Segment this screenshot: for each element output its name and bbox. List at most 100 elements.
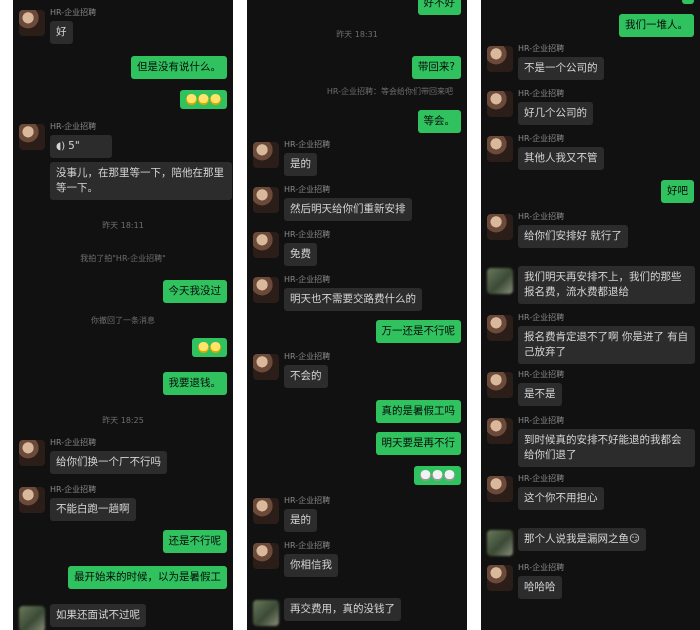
sender-name: HR-企业招聘 [50,122,97,131]
user-avatar[interactable] [253,600,279,626]
message-bubble[interactable]: 给你们换一个厂不行吗 [50,451,167,474]
message-bubble[interactable]: 好不好 [417,0,461,15]
message-bubble[interactable]: 万一还是不行呢 [375,320,461,343]
message-bubble[interactable]: 然后明天给你们重新安排 [284,198,412,221]
message-bubble[interactable]: 我要退钱。 [162,372,227,395]
sender-name: HR-企业招聘 [284,496,331,505]
message-outgoing [192,338,227,357]
message-bubble[interactable]: 给你们安排好 就行了 [518,225,628,248]
message-bubble[interactable]: 我们明天再安排不上，我们的那些报名费，流水费都退给 [518,266,695,304]
message-bubble[interactable]: 明天也不需要交路费什么的 [284,288,422,311]
message-bubble[interactable]: 如果还面试不过呢 [50,604,146,627]
message-bubble[interactable]: 到时候真的安排不好能退的我都会给你们退了 [518,429,695,467]
sender-name: HR-企业招聘 [284,352,331,361]
hr-avatar[interactable] [253,277,279,303]
hr-avatar[interactable] [487,46,513,72]
message-incoming: HR-企业招聘 然后明天给你们重新安排 [253,185,412,221]
message-bubble[interactable]: 最开始来的时候，以为是暑假工 [68,566,227,589]
hr-avatar[interactable] [487,565,513,591]
message-incoming: HR-企业招聘 报名费肯定退不了啊 你是进了 有自己放弃了 [487,313,695,364]
awkward-face-emoji-icon [198,342,209,353]
sender-name: HR-企业招聘 [284,541,331,550]
hr-avatar[interactable] [253,187,279,213]
message-bubble[interactable]: 好吧 [661,180,694,203]
hr-avatar[interactable] [487,214,513,240]
hr-avatar[interactable] [487,476,513,502]
hr-avatar[interactable] [19,124,45,150]
hr-avatar[interactable] [487,91,513,117]
message-outgoing: 最开始来的时候，以为是暑假工 [68,566,227,589]
skull-emoji-icon [444,470,455,481]
message-incoming: HR-企业招聘 不会的 [253,352,330,388]
message-bubble[interactable]: 其他人我又不管 [518,147,604,170]
message-bubble[interactable]: 你相信我 [284,554,338,577]
message-bubble[interactable]: 是不是 [518,383,562,406]
awkward-face-emoji-icon [210,94,221,105]
hr-avatar[interactable] [253,142,279,168]
message-bubble[interactable]: 报名费肯定退不了啊 你是进了 有自己放弃了 [518,326,695,364]
message-outgoing: 还是不行呢 [162,530,227,553]
awkward-face-emoji-icon [210,342,221,353]
message-bubble[interactable]: 好 [50,21,73,44]
hr-avatar[interactable] [19,487,45,513]
message-outgoing: 我要退钱。 [162,372,227,395]
message-bubble[interactable]: 哈哈哈 [518,576,562,599]
emoji-bubble[interactable] [180,90,227,109]
message-incoming: 再交费用，真的没钱了 [253,598,401,626]
quote-notice: HR-企业招聘：等会给你们带回来吧 [326,87,453,96]
message-bubble[interactable]: 免费 [284,243,317,266]
hr-avatar[interactable] [253,543,279,569]
sender-name: HR-企业招聘 [518,416,565,425]
message-bubble[interactable]: 还是不行呢 [162,530,227,553]
sender-name: HR-企业招聘 [518,370,565,379]
recall-notice: 你撤回了一条消息 [91,316,155,325]
hr-avatar[interactable] [19,10,45,36]
user-avatar[interactable] [487,268,513,294]
message-bubble[interactable]: 是的 [284,153,317,176]
user-avatar[interactable] [487,530,513,556]
message-outgoing: 万一还是不行呢 [375,320,461,343]
hr-avatar[interactable] [253,498,279,524]
message-bubble[interactable]: 好几个公司的 [518,102,593,125]
emoji-bubble[interactable] [192,338,227,357]
message-incoming: HR-企业招聘 好几个公司的 [487,89,593,125]
emoji-bubble[interactable] [414,466,461,485]
message-bubble[interactable] [682,0,694,4]
message-bubble[interactable]: 不会的 [284,365,328,388]
hr-avatar[interactable] [487,315,513,341]
hr-avatar[interactable] [487,372,513,398]
voice-wave-icon: ◖) [56,141,66,152]
message-bubble[interactable]: 没事儿，在那里等一下，陪他在那里等一下。 [50,162,232,200]
message-bubble[interactable]: 这个你不用担心 [518,487,604,510]
message-outgoing [180,90,227,109]
sender-name: HR-企业招聘 [284,275,331,284]
message-outgoing: 等会。 [417,110,461,133]
message-bubble[interactable]: 不能白跑一趟啊 [50,498,136,521]
message-bubble[interactable]: 是的 [284,509,317,532]
message-incoming: HR-企业招聘 你相信我 [253,541,338,577]
message-incoming: HR-企业招聘 哈哈哈 [487,563,564,599]
message-bubble[interactable]: 等会。 [417,110,461,133]
message-incoming: HR-企业招聘 给你们安排好 就行了 [487,212,628,248]
message-incoming: HR-企业招聘 不能白跑一趟啊 [19,485,136,521]
message-bubble[interactable]: 那个人说我是漏网之鱼😏 [518,528,646,551]
chat-panel-2: 好不好 昨天 18:31 带回来? HR-企业招聘：等会给你们带回来吧 等会。 … [247,0,467,630]
message-bubble[interactable]: 带回来? [411,56,461,79]
message-bubble[interactable]: 再交费用，真的没钱了 [284,598,401,621]
hr-avatar[interactable] [487,136,513,162]
voice-message-bubble[interactable]: ◖) 5" [50,135,112,158]
message-bubble[interactable]: 不是一个公司的 [518,57,604,80]
message-bubble[interactable]: 今天我没过 [162,280,227,303]
user-avatar[interactable] [19,606,45,630]
message-outgoing: 好不好 [417,0,461,15]
timestamp: 昨天 18:31 [336,30,378,39]
message-bubble[interactable]: 但是没有说什么。 [131,56,227,79]
message-bubble[interactable]: 真的是暑假工吗 [375,400,461,423]
message-bubble[interactable]: 我们一堆人。 [619,14,694,37]
message-bubble[interactable]: 明天要是再不行 [375,432,461,455]
hr-avatar[interactable] [487,418,513,444]
hr-avatar[interactable] [253,232,279,258]
sender-name: HR-企业招聘 [284,230,331,239]
hr-avatar[interactable] [253,354,279,380]
hr-avatar[interactable] [19,440,45,466]
